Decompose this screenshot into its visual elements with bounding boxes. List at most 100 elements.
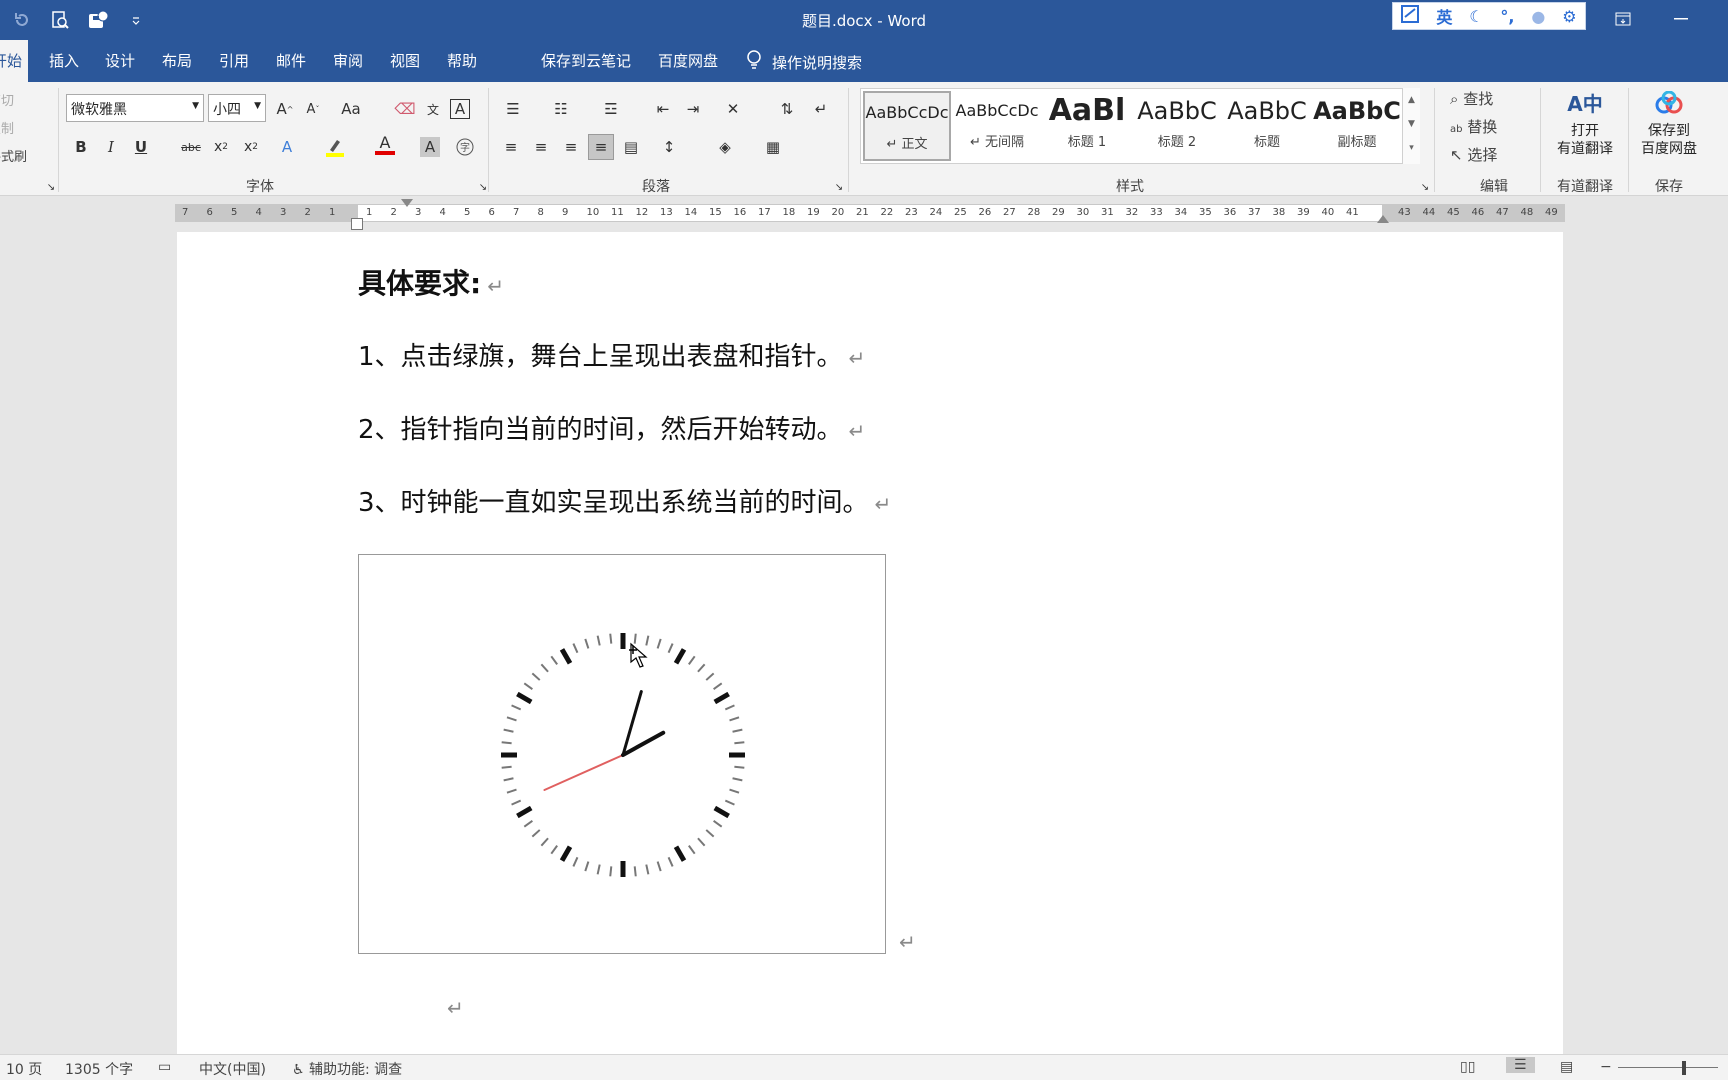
font-color-icon[interactable]: A	[372, 132, 398, 158]
tell-me-search[interactable]: 操作说明搜索	[746, 50, 862, 74]
select-button[interactable]: ↖ 选择	[1450, 144, 1497, 165]
align-right-icon[interactable]: ≡	[558, 134, 584, 160]
superscript-icon[interactable]: x2	[238, 134, 264, 160]
styles-scrollbar[interactable]: ▲ ▼ ▾	[1402, 88, 1420, 164]
minute-marker	[724, 704, 735, 711]
tab-layout[interactable]: 布局	[156, 40, 198, 82]
paragraph-mark: ↵	[848, 346, 866, 370]
subscript-icon[interactable]: x2	[208, 134, 234, 160]
minute-marker	[540, 663, 549, 673]
change-case-icon[interactable]: Aa	[338, 96, 364, 122]
italic-icon[interactable]: I	[98, 134, 124, 160]
bullets-icon[interactable]: ☰	[500, 96, 526, 122]
align-left-icon[interactable]: ≡	[498, 134, 524, 160]
style-no-spacing[interactable]: AaBbCcDc ↵ 无间隔	[953, 91, 1041, 161]
language-indicator[interactable]: 中文(中国)	[199, 1059, 266, 1079]
moon-icon[interactable]: ☾	[1469, 7, 1483, 26]
distributed-icon[interactable]: ▤	[618, 134, 644, 160]
copy-button[interactable]: 复制	[0, 118, 14, 137]
save-to-baidu-button[interactable]: 保存到 百度网盘	[1632, 86, 1706, 158]
word-count[interactable]: 1305 个字	[65, 1059, 133, 1079]
accessibility-check[interactable]: ♿ 辅助功能: 调查	[292, 1059, 402, 1079]
grow-font-icon[interactable]: A ^	[272, 96, 298, 122]
show-formatting-icon[interactable]: ↵	[808, 96, 834, 122]
minute-marker	[584, 861, 590, 872]
numbering-icon[interactable]: ☷	[548, 96, 574, 122]
gallery-more-icon[interactable]: ▾	[1403, 136, 1420, 160]
zoom-out-icon[interactable]: −	[1600, 1059, 1612, 1075]
font-name-dropdown[interactable]: 微软雅黑 ▼	[66, 94, 204, 122]
user-icon[interactable]: ●	[1531, 7, 1545, 26]
baidu-cloud-icon	[1632, 86, 1706, 122]
style-heading-2[interactable]: AaBbC 标题 2	[1133, 91, 1221, 161]
phonetic-guide-icon[interactable]: 文	[420, 96, 446, 122]
chinese-layout-icon[interactable]: ✕	[720, 96, 746, 122]
enclose-characters-icon[interactable]: 字	[452, 134, 478, 160]
tab-help[interactable]: 帮助	[441, 40, 483, 82]
tab-references[interactable]: 引用	[213, 40, 255, 82]
minute-marker	[732, 777, 743, 782]
style-normal[interactable]: AaBbCcDc ↵ 正文	[863, 91, 951, 161]
increase-indent-icon[interactable]: ⇥	[680, 96, 706, 122]
line-spacing-icon[interactable]: ↕	[656, 134, 682, 160]
shading-icon[interactable]: ◈	[712, 134, 738, 160]
shrink-font-icon[interactable]: Aˇ	[300, 96, 326, 122]
align-center-icon[interactable]: ≡	[528, 134, 554, 160]
font-size-dropdown[interactable]: 小四 ▼	[208, 94, 266, 122]
sort-icon[interactable]: ⇅	[774, 96, 800, 122]
scroll-up-icon[interactable]: ▲	[1403, 88, 1420, 112]
ime-toolbar[interactable]: 英 ☾ °, ● ⚙	[1392, 2, 1586, 30]
ruler-tick: 4	[255, 207, 262, 218]
tab-insert[interactable]: 插入	[43, 40, 85, 82]
replace-button[interactable]: ab 替换	[1450, 116, 1497, 137]
zoom-slider-thumb[interactable]	[1682, 1061, 1686, 1075]
tab-design[interactable]: 设计	[99, 40, 141, 82]
minimize-button[interactable]	[1666, 8, 1696, 30]
tab-review[interactable]: 审阅	[327, 40, 369, 82]
justify-icon[interactable]: ≡	[588, 134, 614, 160]
web-layout-icon[interactable]: ▤	[1560, 1059, 1573, 1075]
text-effects-icon[interactable]: A	[274, 134, 300, 160]
multilevel-list-icon[interactable]: ☲	[598, 96, 624, 122]
document-page[interactable]: 具体要求: ↵ 1、点击绿旗，舞台上呈现出表盘和指针。 ↵ 2、指针指向当前的时间，…	[177, 232, 1563, 1054]
character-border-icon[interactable]: A	[450, 99, 470, 119]
tab-home[interactable]: 开始	[0, 40, 29, 82]
bold-icon[interactable]: B	[68, 134, 94, 160]
left-indent-marker[interactable]	[351, 218, 363, 230]
find-button[interactable]: ⌕ 查找	[1450, 88, 1493, 109]
style-subtitle[interactable]: AaBbC 副标题	[1313, 91, 1401, 161]
tab-mailings[interactable]: 邮件	[270, 40, 312, 82]
clock-image[interactable]	[358, 554, 886, 954]
borders-icon[interactable]: ▦	[760, 134, 786, 160]
tab-baidu-netdisk[interactable]: 百度网盘	[652, 40, 724, 82]
read-mode-icon[interactable]: ▯▯	[1460, 1059, 1475, 1075]
ribbon-display-icon[interactable]	[1608, 8, 1638, 30]
settings-icon[interactable]: ⚙	[1562, 7, 1576, 26]
open-youdao-translate-button[interactable]: A中 打开 有道翻译	[1548, 86, 1622, 158]
format-painter-button[interactable]: 格式刷	[0, 146, 27, 165]
style-title[interactable]: AaBbC 标题	[1223, 91, 1311, 161]
cut-button[interactable]: 剪切	[0, 90, 14, 109]
ruler-tick: 44	[1422, 207, 1436, 218]
decrease-indent-icon[interactable]: ⇤	[650, 96, 676, 122]
character-shading-icon[interactable]: A	[420, 137, 440, 157]
print-layout-icon[interactable]: ☰	[1506, 1057, 1535, 1073]
right-indent-marker[interactable]	[1377, 215, 1389, 223]
proofing-icon[interactable]: ▭	[158, 1059, 171, 1075]
punctuation-icon[interactable]: °,	[1500, 7, 1514, 26]
scroll-down-icon[interactable]: ▼	[1403, 112, 1420, 136]
zoom-slider[interactable]	[1618, 1067, 1718, 1068]
hour-marker	[673, 648, 687, 665]
underline-icon[interactable]: U	[128, 134, 154, 160]
clear-formatting-icon[interactable]: ⌫	[392, 96, 418, 122]
ime-logo-icon[interactable]	[1401, 5, 1420, 27]
tab-cloud-notes[interactable]: 保存到云笔记	[535, 40, 637, 82]
ime-mode[interactable]: 英	[1436, 4, 1452, 28]
style-heading-1[interactable]: AaBl 标题 1	[1043, 91, 1131, 161]
horizontal-ruler[interactable]: 7 6 5 4 3 2 1 1 2 3 4 5 6 7 8 9 10 11 12 13 14 15 16 17 18 19 20 21…	[175, 204, 1565, 222]
page-count[interactable]: 10 页	[6, 1059, 42, 1079]
highlight-color-icon[interactable]	[322, 134, 348, 160]
tab-view[interactable]: 视图	[384, 40, 426, 82]
first-line-indent-marker[interactable]	[401, 199, 413, 207]
strikethrough-icon[interactable]: abc	[178, 134, 204, 160]
